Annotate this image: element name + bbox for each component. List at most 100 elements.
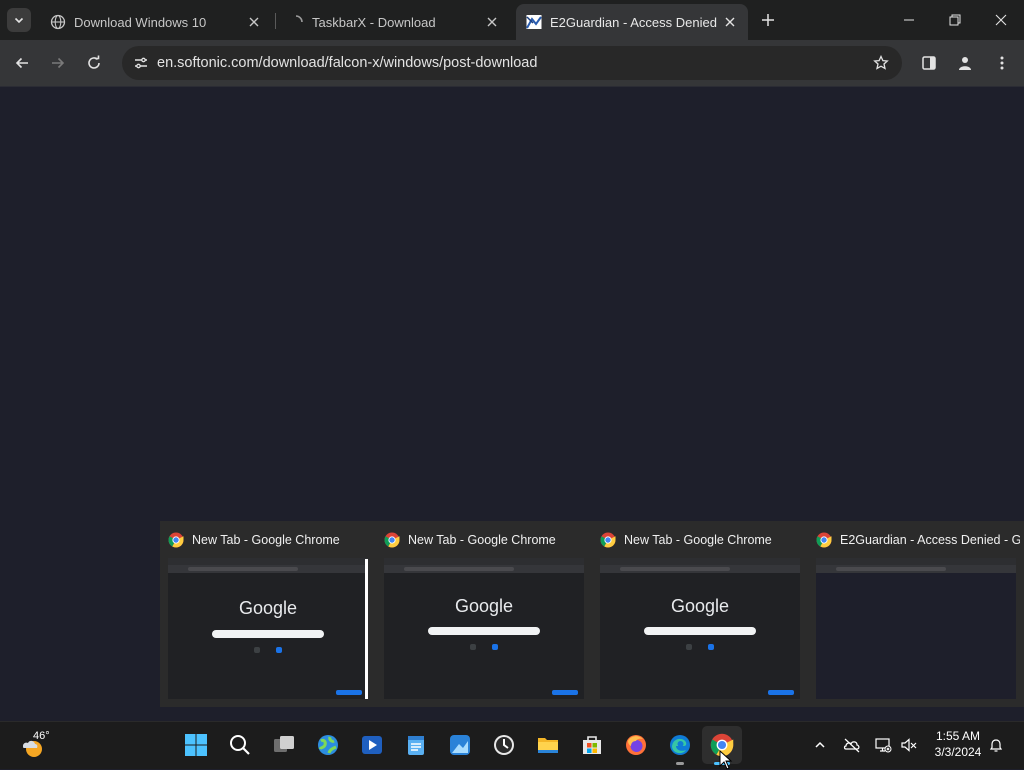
forward-button[interactable] <box>46 51 70 75</box>
volume-button[interactable] <box>899 735 919 755</box>
tab-download-windows-10[interactable]: Download Windows 10 <box>40 4 272 40</box>
clock-app-button[interactable] <box>491 732 517 758</box>
address-bar[interactable]: en.softonic.com/download/falcon-x/window… <box>122 46 902 80</box>
file-explorer-icon <box>538 738 558 753</box>
tab-e2guardian-access-denied[interactable]: E2Guardian - Access Denied <box>516 4 748 40</box>
google-search-box <box>212 630 324 638</box>
preview-header: New Tab - Google Chrome <box>384 531 588 549</box>
preview-window-2[interactable]: New Tab - Google Chrome Google <box>376 521 592 707</box>
side-panel-button[interactable] <box>917 51 941 75</box>
new-tab-button[interactable] <box>757 9 779 31</box>
photos-icon <box>450 735 470 755</box>
preview-thumbnail: Google <box>384 558 584 699</box>
edge-icon <box>670 735 690 755</box>
firefox-button[interactable] <box>623 732 649 758</box>
start-button[interactable] <box>183 732 209 758</box>
clock-icon <box>494 735 514 755</box>
back-arrow-icon <box>15 57 28 69</box>
close-tab-icon[interactable] <box>720 12 740 32</box>
tab-separator <box>275 13 276 29</box>
onedrive-button[interactable] <box>842 735 862 755</box>
network-button[interactable] <box>873 735 893 755</box>
preview-header: E2Guardian - Access Denied - G... <box>816 531 1020 549</box>
side-panel-icon <box>922 56 936 70</box>
store-button[interactable] <box>579 732 605 758</box>
photos-button[interactable] <box>447 732 473 758</box>
tab-title: TaskbarX - Download <box>312 14 436 30</box>
back-button[interactable] <box>10 51 34 75</box>
google-logo: Google <box>238 598 298 618</box>
profile-button[interactable] <box>953 51 977 75</box>
tab-search-button[interactable] <box>7 8 31 32</box>
store-icon <box>583 736 601 754</box>
file-explorer-button[interactable] <box>535 732 561 758</box>
windows-start-icon <box>185 734 207 756</box>
globe-icon <box>50 14 66 30</box>
notepad-icon <box>408 736 424 755</box>
mouse-cursor-icon <box>719 750 733 770</box>
google-search-box <box>428 627 540 635</box>
system-clock[interactable]: 1:55 AM 3/3/2024 <box>922 728 994 760</box>
preview-header: New Tab - Google Chrome <box>600 531 804 549</box>
onedrive-offline-icon <box>843 738 860 753</box>
volume-muted-icon <box>901 738 917 752</box>
kebab-menu-icon <box>1000 56 1004 70</box>
weather-temperature: 46° <box>33 730 50 742</box>
profile-icon <box>959 57 971 70</box>
tab-strip: Download Windows 10 TaskbarX - Download … <box>0 0 1024 40</box>
reload-icon <box>88 55 100 69</box>
minimize-icon <box>904 19 914 21</box>
selected-indicator <box>365 559 368 699</box>
taskbar-search-button[interactable] <box>227 732 253 758</box>
tab-title: Download Windows 10 <box>74 14 207 30</box>
chrome-icon <box>384 532 400 548</box>
preview-window-3[interactable]: New Tab - Google Chrome Google <box>592 521 808 707</box>
media-player-icon <box>362 736 382 754</box>
weather-widget[interactable]: 46° <box>20 730 56 760</box>
google-logo: Google <box>454 596 514 616</box>
close-tab-icon[interactable] <box>244 12 264 32</box>
preview-header: New Tab - Google Chrome <box>168 531 372 549</box>
preview-window-4[interactable]: E2Guardian - Access Denied - G... <box>808 521 1024 707</box>
minimize-button[interactable] <box>886 0 932 40</box>
tab-title: E2Guardian - Access Denied <box>550 14 717 30</box>
bookmark-star-icon[interactable] <box>872 54 890 72</box>
media-player-button[interactable] <box>359 732 385 758</box>
windows-taskbar: 46° 1:55 AM 3/3/2024 <box>0 721 1024 770</box>
site-info-icon[interactable] <box>132 54 150 72</box>
task-view-button[interactable] <box>271 732 297 758</box>
firefox-icon <box>626 735 646 755</box>
tab-taskbarx-download[interactable]: TaskbarX - Download <box>278 4 510 40</box>
chrome-menu-button[interactable] <box>990 51 1014 75</box>
preview-thumbnail: Google <box>600 558 800 699</box>
show-hidden-icons-button[interactable] <box>810 735 830 755</box>
widgets-button[interactable] <box>315 732 341 758</box>
restore-icon <box>949 14 961 26</box>
network-disconnected-icon <box>875 738 892 753</box>
notifications-button[interactable] <box>986 735 1006 755</box>
chrome-icon <box>168 532 184 548</box>
chrome-icon <box>600 532 616 548</box>
running-indicator <box>676 762 684 765</box>
bell-icon <box>989 739 1003 752</box>
plus-icon <box>762 14 774 26</box>
clock-time: 1:55 AM <box>935 729 981 743</box>
preview-title: New Tab - Google Chrome <box>624 533 772 547</box>
preview-thumbnail: Google <box>168 558 368 699</box>
url-text: en.softonic.com/download/falcon-x/window… <box>157 55 538 71</box>
chevron-up-icon <box>815 741 825 748</box>
search-icon <box>230 735 250 755</box>
reload-button[interactable] <box>82 51 106 75</box>
clock-date: 3/3/2024 <box>934 745 982 759</box>
close-window-button[interactable] <box>978 0 1024 40</box>
e2guardian-icon <box>526 14 542 30</box>
google-search-box <box>644 627 756 635</box>
preview-window-1[interactable]: New Tab - Google Chrome Google <box>160 521 376 707</box>
taskbar-thumbnail-previews: New Tab - Google Chrome Google New Tab -… <box>160 521 1024 707</box>
preview-thumbnail <box>816 558 1016 699</box>
close-tab-icon[interactable] <box>482 12 502 32</box>
restore-button[interactable] <box>932 0 978 40</box>
edge-button[interactable] <box>667 732 693 758</box>
notepad-button[interactable] <box>403 732 429 758</box>
close-icon <box>995 14 1007 26</box>
